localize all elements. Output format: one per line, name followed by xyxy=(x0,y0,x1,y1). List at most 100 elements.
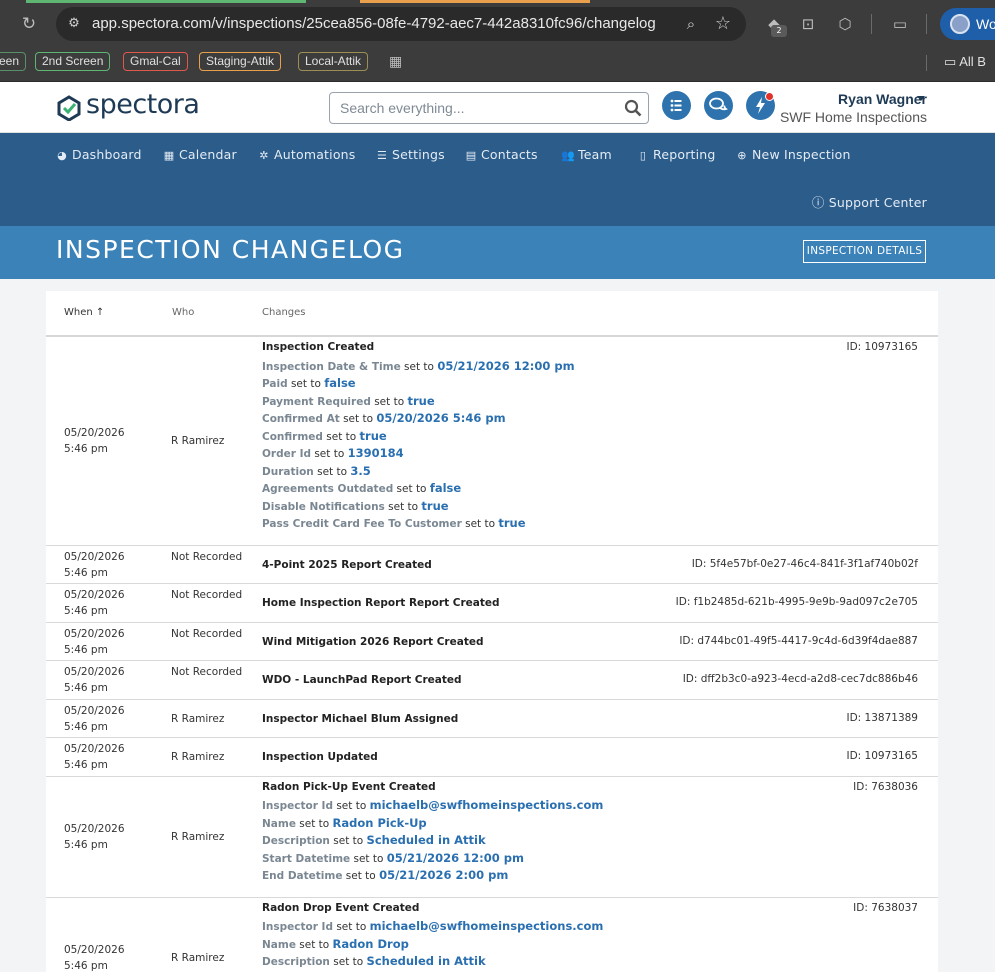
change-line: Start Datetime set to 05/21/2026 12:00 p… xyxy=(262,850,682,868)
row-date: 05/20/2026 xyxy=(64,627,125,640)
search-icon[interactable] xyxy=(624,99,642,117)
user-name[interactable]: Ryan Wagner xyxy=(838,91,927,107)
row-time: 5:46 pm xyxy=(64,443,108,456)
change-value: 05/21/2026 12:00 pm xyxy=(386,850,525,865)
change-line: Name set to Radon Drop xyxy=(262,936,682,954)
nav-label: Calendar xyxy=(179,147,237,162)
row-id: ID: 7638036 xyxy=(853,780,918,793)
row-time: 5:46 pm xyxy=(64,839,108,851)
address-bar[interactable]: ⚙ app.spectora.com/v/inspections/25cea85… xyxy=(56,7,746,41)
change-line: Disable Notifications set to true xyxy=(262,498,682,516)
changelog-table: When ↑ Who Changes 05/20/2026 5:46 pm R Ra… xyxy=(46,291,938,972)
row-id: ID: dff2b3c0-a923-4ecd-a2d8-cec7dc886b46 xyxy=(682,673,918,686)
row-who: R Ramirez xyxy=(171,751,225,764)
change-value: 3.5 xyxy=(350,463,371,478)
change-value: true xyxy=(359,428,387,443)
folder-icon: ▭ xyxy=(944,54,960,69)
change-line: Confirmed At set to 05/20/2026 5:46 pm xyxy=(262,410,682,428)
change-field: Pass Credit Card Fee To Customer xyxy=(262,518,462,530)
change-value: 05/20/2026 5:46 pm xyxy=(376,411,506,425)
site-info-icon[interactable]: ⚙ xyxy=(66,16,82,32)
bookmark-gmal-cal[interactable]: Gmal-Cal xyxy=(123,52,188,71)
search-box[interactable] xyxy=(329,92,649,124)
all-bookmarks[interactable]: ▭ All B xyxy=(944,52,986,71)
profile-button[interactable]: Wo xyxy=(940,8,995,40)
change-line: Pass Credit Card Fee To Customer set to … xyxy=(262,515,682,533)
change-title: Radon Drop Event Created xyxy=(262,901,420,914)
bookmark-2nd-screen[interactable]: 2nd Screen xyxy=(35,52,111,71)
tab-indicator xyxy=(26,0,306,3)
nav-settings[interactable]: ☰ Settings xyxy=(375,146,445,164)
app-header: spectora Ryan Wagner SWF Home Inspection… xyxy=(0,82,995,133)
set-to-text: set to xyxy=(350,852,387,865)
table-row: 05/20/2026 5:46 pm Not Recorded Wind Mitiga… xyxy=(46,623,938,661)
nav-team[interactable]: 👥 Team xyxy=(561,146,612,164)
help-circle-icon: ⓘ xyxy=(811,195,829,210)
row-time: 5:46 pm xyxy=(64,759,108,772)
bookmarks-bar: een 2nd Screen Gmal-Cal Staging-Attik Lo… xyxy=(0,48,995,82)
page-title: INSPECTION CHANGELOG xyxy=(56,235,405,264)
nav-label: New Inspection xyxy=(752,147,851,162)
puzzle-icon[interactable]: ⬡ xyxy=(834,13,856,35)
row-id: ID: 13871389 xyxy=(846,711,918,724)
sort-arrow-up-icon[interactable]: ↑ xyxy=(96,307,104,318)
logo-text[interactable]: spectora xyxy=(86,89,200,120)
change-value: Radon Pick-Up xyxy=(332,815,427,830)
row-changes: Inspection Created Inspection Date & Time… xyxy=(262,340,682,533)
change-title: Home Inspection Report Report Created xyxy=(262,597,500,610)
all-bookmarks-label: All B xyxy=(959,54,986,69)
bookmark-local-attik[interactable]: Local-Attik xyxy=(298,52,369,71)
apps-grid-icon[interactable]: ▦ xyxy=(389,54,405,70)
toolbar-divider xyxy=(871,14,872,34)
cast-icon[interactable]: ▭ xyxy=(889,13,911,35)
row-date: 05/20/2026 xyxy=(64,589,125,602)
search-input[interactable] xyxy=(340,93,620,123)
change-field: Name xyxy=(262,938,296,951)
users-icon: 👥 xyxy=(561,149,575,162)
change-line: Inspection Date & Time set to 05/21/2026… xyxy=(262,358,682,376)
when-label: When xyxy=(64,307,93,318)
bookmark-star-icon[interactable]: ☆ xyxy=(712,13,734,35)
row-who: R Ramirez xyxy=(171,712,225,725)
row-when: 05/20/2026 5:46 pm xyxy=(64,587,154,619)
nav-new-inspection[interactable]: ⊕ New Inspection xyxy=(735,146,851,164)
row-date: 05/20/2026 xyxy=(64,743,125,756)
nav-automations[interactable]: ✲ Automations xyxy=(257,146,356,164)
spectora-logo-icon[interactable] xyxy=(57,95,81,121)
change-field: Description xyxy=(262,835,330,847)
nav-reporting[interactable]: ▯ Reporting xyxy=(636,146,716,164)
bookmark-staging-attik[interactable]: Staging-Attik xyxy=(199,52,282,71)
list-button[interactable] xyxy=(662,91,691,120)
zoom-icon[interactable]: ⌕ xyxy=(682,15,700,33)
row-date: 05/20/2026 xyxy=(64,550,125,563)
dashboard-icon: ◕ xyxy=(57,149,67,162)
change-value: michaelb@swfhomeinspections.com xyxy=(369,798,604,812)
inspection-details-button[interactable]: INSPECTION DETAILS xyxy=(803,240,926,263)
url-text[interactable]: app.spectora.com/v/inspections/25cea856-… xyxy=(92,7,656,41)
row-changes: WDO - LaunchPad Report Created xyxy=(262,673,682,691)
nav-calendar[interactable]: ▦ Calendar xyxy=(162,146,237,164)
row-who: Not Recorded xyxy=(171,666,243,679)
row-who: Not Recorded xyxy=(171,550,243,563)
row-date: 05/20/2026 xyxy=(64,666,125,679)
change-field: Paid xyxy=(262,378,288,390)
set-to-text: set to xyxy=(400,360,438,373)
support-center-link[interactable]: ⓘ Support Center xyxy=(812,194,927,212)
column-header-when[interactable]: When ↑ xyxy=(64,307,104,318)
caret-down-icon[interactable] xyxy=(917,96,925,101)
screenshot-icon[interactable]: ⊡ xyxy=(797,13,819,35)
bookmark-een[interactable]: een xyxy=(0,52,27,71)
change-field: Order Id xyxy=(262,448,311,460)
calendar-icon: ▦ xyxy=(163,149,175,162)
set-to-text: set to xyxy=(329,835,367,847)
messages-button[interactable] xyxy=(704,91,733,120)
nav-contacts[interactable]: ▤ Contacts xyxy=(464,146,538,164)
nav-label: Team xyxy=(578,147,612,162)
profile-label: Wo xyxy=(976,16,995,32)
change-field: Inspector Id xyxy=(262,921,333,933)
set-to-text: set to xyxy=(393,483,430,495)
row-id: ID: 10973165 xyxy=(846,341,918,353)
nav-dashboard[interactable]: ◕ Dashboard xyxy=(55,146,142,164)
change-field: Confirmed At xyxy=(262,413,340,425)
reload-icon[interactable]: ↻ xyxy=(18,13,40,35)
